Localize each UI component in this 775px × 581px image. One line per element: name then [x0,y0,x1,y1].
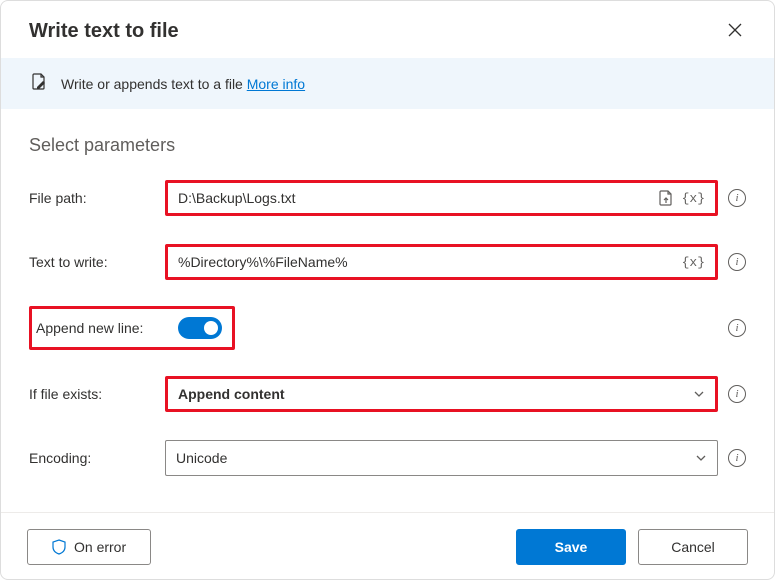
if-file-exists-value: Append content [178,386,285,402]
variable-picker-icon[interactable]: {x} [682,191,705,206]
text-to-write-info-icon[interactable]: i [728,253,746,271]
banner-desc: Write or appends text to a file [61,76,247,92]
dialog-body: Select parameters File path: D:\Backup\L… [1,109,774,512]
file-path-info-icon[interactable]: i [728,189,746,207]
file-path-label: File path: [29,190,165,206]
append-new-line-label: Append new line: [36,320,168,336]
dialog-footer: On error Save Cancel [1,512,774,581]
file-path-value: D:\Backup\Logs.txt [178,190,658,206]
banner-text: Write or appends text to a file More inf… [61,76,305,92]
file-path-row: File path: D:\Backup\Logs.txt {x} i [29,178,746,218]
file-path-input[interactable]: D:\Backup\Logs.txt {x} [165,180,718,216]
chevron-down-icon [695,452,707,464]
more-info-link[interactable]: More info [247,76,305,92]
text-to-write-input[interactable]: %Directory%\%FileName% {x} [165,244,718,280]
cancel-button[interactable]: Cancel [638,529,748,565]
chevron-down-icon [693,388,705,400]
if-file-exists-label: If file exists: [29,386,165,402]
if-file-exists-info-icon[interactable]: i [728,385,746,403]
text-to-write-label: Text to write: [29,254,165,270]
cancel-label: Cancel [671,539,715,555]
append-new-line-row: Append new line: i [29,306,746,350]
file-picker-icon[interactable] [658,190,674,206]
dialog-title: Write text to file [29,20,179,43]
if-file-exists-select[interactable]: Append content [165,376,718,412]
shield-icon [52,539,66,555]
info-banner: Write or appends text to a file More inf… [1,58,774,109]
if-file-exists-row: If file exists: Append content i [29,374,746,414]
encoding-select[interactable]: Unicode [165,440,718,476]
on-error-button[interactable]: On error [27,529,151,565]
save-label: Save [555,539,588,555]
write-text-to-file-dialog: Write text to file Write or appends text… [0,0,775,580]
encoding-value: Unicode [176,450,227,466]
variable-picker-icon[interactable]: {x} [682,255,705,270]
encoding-info-icon[interactable]: i [728,449,746,467]
text-to-write-value: %Directory%\%FileName% [178,254,682,270]
close-icon [728,23,742,37]
encoding-label: Encoding: [29,450,165,466]
append-new-line-info-icon[interactable]: i [728,319,746,337]
save-button[interactable]: Save [516,529,626,565]
section-title: Select parameters [29,135,746,156]
dialog-header: Write text to file [1,1,774,58]
encoding-row: Encoding: Unicode i [29,438,746,478]
close-button[interactable] [724,19,746,44]
append-new-line-toggle[interactable] [178,317,222,339]
on-error-label: On error [74,539,126,555]
write-file-icon [29,72,49,95]
text-to-write-row: Text to write: %Directory%\%FileName% {x… [29,242,746,282]
